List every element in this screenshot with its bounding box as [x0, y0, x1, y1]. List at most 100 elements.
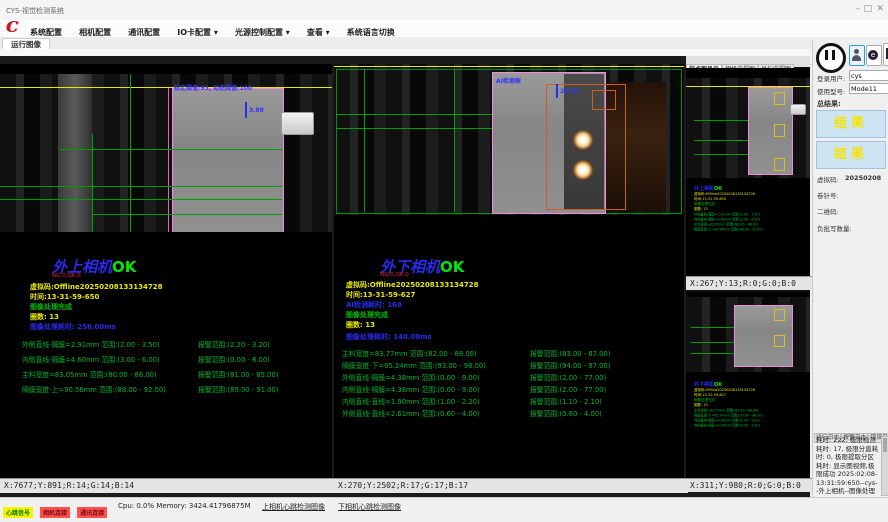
green-guide-vline — [454, 69, 455, 212]
log-scrollbar[interactable] — [881, 436, 888, 496]
maximize-button[interactable]: □ — [863, 4, 872, 14]
exit-button[interactable]: ➜ — [883, 43, 888, 66]
menubar: C 系统配置 相机配置 通讯配置 IO卡配置 ▾ 光源控制配置 ▾ 查看 ▾ 系… — [0, 20, 888, 37]
yellow-scan-line — [334, 66, 684, 67]
measurement-row: 外侧直线-隔膜=4.38mm 范围:(0.00 - 9.00) — [342, 372, 480, 382]
thumb-overlay-text: 外下相机OK 虚拟码:Offline20250208133134728 时间:1… — [694, 380, 818, 428]
scrollbar-thumb[interactable] — [883, 438, 887, 452]
comm-connection-badge: 通讯连接 — [77, 507, 107, 518]
user-login-button[interactable] — [849, 45, 865, 66]
model-input[interactable] — [849, 83, 888, 94]
virtual-code-line: 虚拟码:Offline20250208133134728 — [30, 282, 163, 292]
turn-count-line: 圈数: 13 — [346, 320, 375, 330]
alarm-range: 报警范围:(94.00 - 97.00) — [530, 360, 610, 370]
log-text: 耗时: 222, 极限检测耗时: 17, 极限分直耗时: 0, 极限提取分区耗时… — [816, 436, 879, 494]
record-button[interactable]: e — [866, 45, 882, 66]
green-guide-vline — [130, 74, 131, 232]
measurement-row: 外侧直线-隔膜=2.91mm 范围:(2.00 - 3.50) — [22, 339, 160, 349]
measurement-row: 内侧直线-隔膜=4.38mm 范围:(0.00 - 9.00) — [694, 423, 818, 428]
measurement-row: 主料宽度=83.05mm 范围:(80.00 - 86.00) — [22, 369, 157, 379]
pixel-coordinate-bar: X:7677;Y:891;R:14;G:14;B:14 — [0, 478, 336, 493]
result-indicator-upper: 结果 — [816, 110, 886, 138]
yellow-feature-box — [774, 158, 785, 171]
virtual-code-value: 20250208 — [845, 174, 881, 182]
statusbar: 心跳信号 相机连接 通讯连接 Cpu: 0.0% Memory: 3424.41… — [0, 497, 888, 513]
machine-highlight — [58, 74, 92, 232]
needle-number-label: 卷针号: — [817, 190, 839, 200]
disc-icon: e — [868, 50, 878, 60]
cpu-memory-readout: Cpu: 0.0% Memory: 3424.41796875M — [118, 502, 251, 510]
measure-bracket — [556, 84, 558, 98]
threshold-overlay-text: 标定阈值:93, 动态阈值:100 — [174, 83, 252, 92]
close-button[interactable]: ✕ — [876, 4, 884, 14]
right-sidebar: e ➜ 登录用户: 使用型号: 总结果: 结果 结果 虚拟码: 20250208… — [812, 40, 888, 497]
yellow-feature-box — [774, 92, 785, 105]
upper-camera-heartbeat-link[interactable]: 上相机心跳检测图像 — [262, 502, 325, 512]
alarm-range: 报警范围:(81.00 - 85.00) — [198, 369, 278, 379]
alarm-range: 报警范围:(0.60 - 4.00) — [530, 408, 602, 418]
camera-view-lower[interactable]: AI检测框 26.80 — [334, 64, 684, 215]
white-clip-feature — [790, 104, 806, 115]
pause-button[interactable] — [816, 43, 846, 73]
thumb-overlay-text: 外上相机OK 虚拟码:Offline20250208133134728 时间:1… — [694, 184, 818, 232]
green-measure-hline — [60, 149, 282, 150]
measure-value-label: 3.88 — [249, 107, 264, 114]
green-measure-hline — [691, 342, 734, 343]
thumb-image — [686, 297, 810, 372]
magenta-edge-line — [168, 88, 169, 232]
measure-bracket — [245, 102, 247, 118]
minimize-button[interactable]: – — [856, 4, 861, 14]
alarm-range: 报警范围:(89.00 - 91.00) — [198, 384, 278, 394]
green-measure-hline — [336, 128, 492, 129]
alarm-range: 报警范围:(1.10 - 2.10) — [530, 396, 602, 406]
window-title: CYS-视觉检测系统 — [6, 6, 64, 16]
measurement-row: 隔膜宽度-下=95.24mm 范围:(93.00 - 98.00) — [342, 360, 486, 370]
user-icon — [854, 49, 859, 54]
measure-value-label: 26.80 — [560, 88, 579, 95]
total-result-label: 总结果: — [817, 99, 841, 109]
camera-view-upper[interactable]: 标定阈值:93, 动态阈值:100 3.88 — [0, 74, 332, 232]
pixel-coordinate-bar: X:267;Y:13;R:0;G:0;B:0 — [686, 276, 814, 290]
green-measure-hline — [691, 353, 734, 354]
elapsed-line: 图像处理耗时: 140.00ms — [346, 332, 432, 342]
alarm-range: 报警范围:(2.20 - 3.20) — [198, 339, 270, 349]
model-label: 使用型号: — [817, 86, 845, 96]
camera-connection-badge: 相机连接 — [40, 507, 70, 518]
green-measure-hline — [92, 214, 282, 215]
green-measure-hline — [691, 327, 734, 328]
login-user-input[interactable] — [849, 70, 888, 81]
time-line: 时间:13-31-59-627 — [346, 290, 415, 300]
measurement-row: 内侧直线-隔膜=4.60mm 范围:(3.00 - 6.00) — [22, 354, 160, 364]
lower-camera-heartbeat-link[interactable]: 下相机心跳检测图像 — [338, 502, 401, 512]
alarm-range: 报警范围:(2.00 - 77.00) — [530, 372, 606, 382]
measurement-row: 外侧直线-直线=2.61mm 范围:(0.60 - 4.00) — [342, 408, 480, 418]
thumbnail-upper-camera[interactable]: 外上相机OK 虚拟码:Offline20250208133134728 时间:1… — [686, 68, 810, 290]
yellow-feature-box — [774, 335, 785, 347]
camera-panel-upper: 标定阈值:93, 动态阈值:100 3.88 外上相机OK NG:0,OK:0 … — [0, 64, 332, 492]
pixel-coordinate-bar: X:311;Y:980;R:0;G:0;B:0 — [686, 478, 814, 492]
green-measure-hline — [336, 114, 492, 115]
thumbnail-column: 端点图显示相机内视图坐标内视图 外上相机OK 虚拟码:Offline202502… — [686, 56, 810, 492]
app-logo-icon: C — [6, 18, 18, 36]
green-measure-hline — [694, 154, 748, 155]
camera-panel-lower: AI检测框 26.80 外下相机OK NG:0,OK:0 虚拟码:Offline… — [334, 64, 684, 492]
measurement-row: 内侧直线-直线=1.90mm 范围:(1.00 - 2.20) — [342, 396, 480, 406]
heartbeat-badge: 心跳信号 — [3, 507, 33, 518]
time-line: 时间:13-31-59-650 — [30, 292, 99, 302]
turn-count-line: 圈数: 13 — [30, 312, 59, 322]
measurement-row: 内侧直线-隔膜=4.38mm 范围:(0.00 - 9.00) — [342, 384, 480, 394]
white-clip-feature — [281, 112, 314, 135]
green-measure-hline — [0, 199, 282, 200]
yellow-feature-box — [774, 124, 785, 137]
measurement-row: 隔膜宽度-上=90.56mm 范围:(88.00 - 92.00) — [694, 227, 818, 232]
elapsed-line: 图像处理耗时: 256.00ms — [30, 322, 116, 332]
pause-icon — [825, 50, 828, 60]
orange-detect-box-small — [592, 90, 616, 110]
measurement-row: 隔膜宽度-上=90.56mm 范围:(88.00 - 92.00) — [22, 384, 166, 394]
login-user-label: 登录用户: — [817, 73, 845, 83]
thumbnail-lower-camera[interactable]: 外下相机OK 虚拟码:Offline20250208133134728 时间:1… — [686, 292, 810, 492]
ai-elapsed-line: AI检测耗时: 168 — [346, 300, 402, 310]
green-guide-vline — [364, 69, 365, 212]
result-indicator-lower: 结果 — [816, 141, 886, 169]
ng-note: NG:0,OK:0 — [52, 273, 81, 279]
